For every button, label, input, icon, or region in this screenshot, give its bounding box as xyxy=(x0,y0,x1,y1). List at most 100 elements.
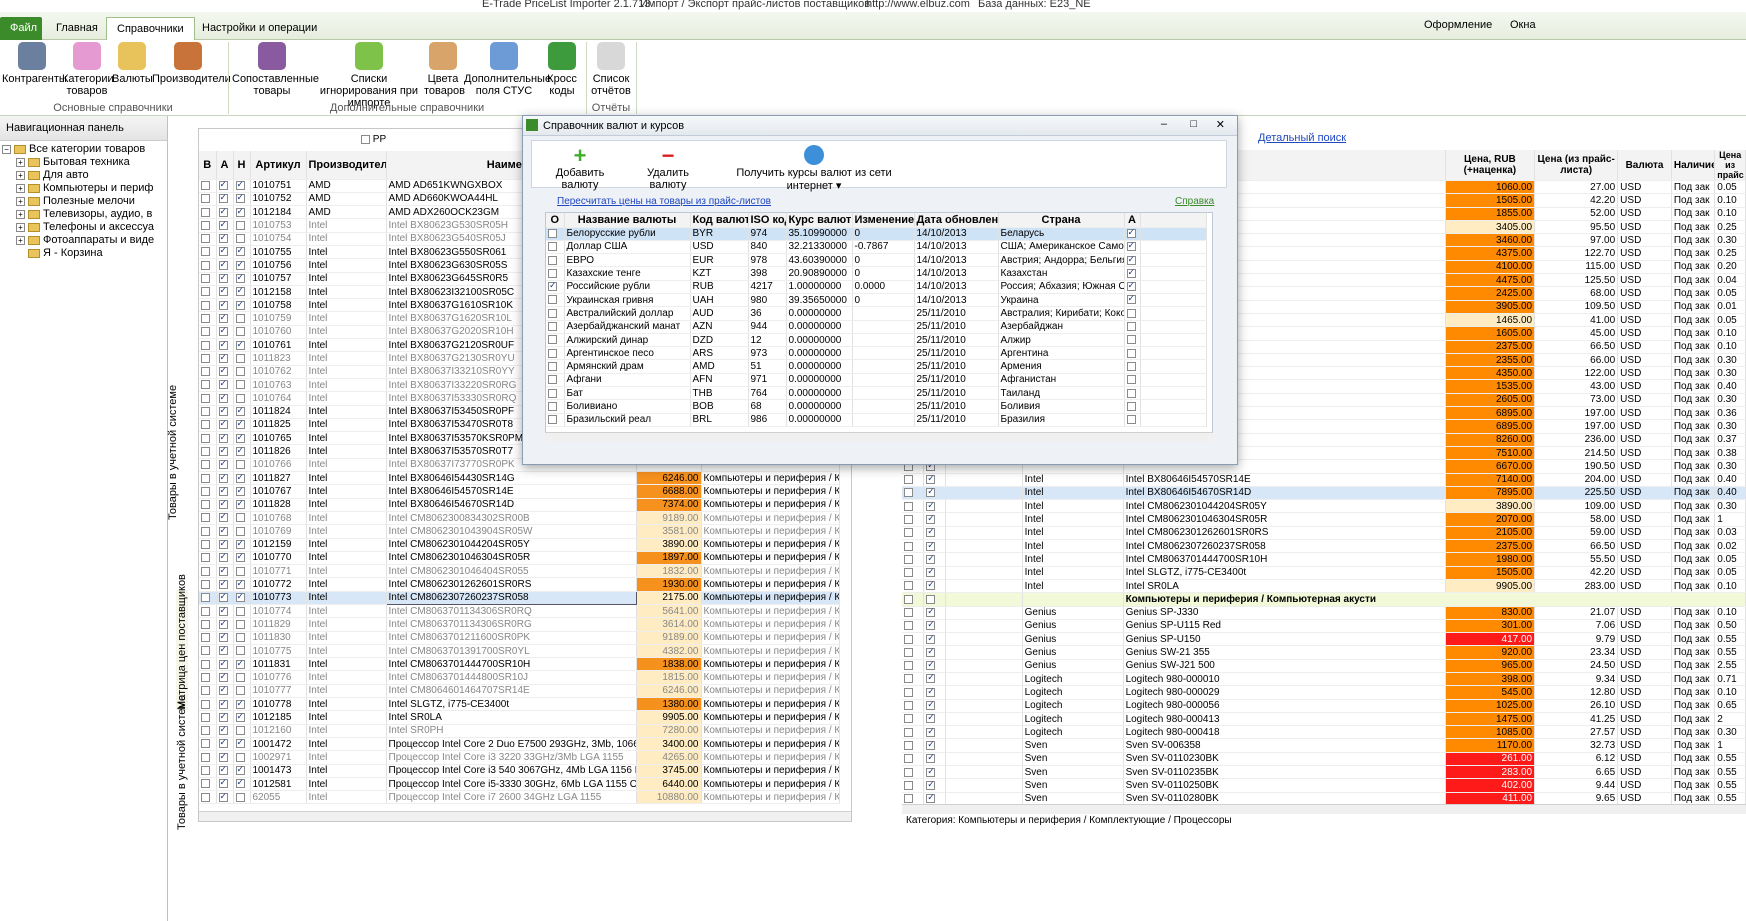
checkbox-cell[interactable] xyxy=(199,617,217,632)
checkbox[interactable] xyxy=(235,698,245,709)
checkbox-cell[interactable] xyxy=(199,511,217,526)
checkbox[interactable] xyxy=(926,513,936,524)
checkbox[interactable] xyxy=(218,206,228,217)
pp-checkbox[interactable]: PP xyxy=(361,134,386,145)
column-header[interactable]: Артикул xyxy=(250,151,307,180)
checkbox[interactable] xyxy=(904,475,913,485)
checkbox-cell[interactable] xyxy=(546,320,565,334)
table-row[interactable]: 1010767IntelIntel BX80646I54570SR14E6688… xyxy=(199,484,840,499)
checkbox[interactable] xyxy=(904,621,913,631)
checkbox-cell[interactable] xyxy=(216,179,234,193)
checkbox[interactable] xyxy=(1126,388,1136,398)
extra-fields-button[interactable]: Дополнительные поля СТУС xyxy=(464,42,551,97)
checkbox-cell[interactable] xyxy=(233,710,251,725)
checkbox-cell[interactable] xyxy=(233,245,251,260)
checkbox[interactable] xyxy=(235,245,245,257)
checkbox[interactable] xyxy=(235,220,245,230)
horizontal-scrollbar[interactable] xyxy=(902,804,1746,814)
checkbox-cell[interactable] xyxy=(233,272,251,286)
colors-button[interactable]: Цвета товаров xyxy=(424,42,465,97)
table-row[interactable]: IntelIntel SLGTZ, i775-CE3400t1505.0042.… xyxy=(902,566,1746,580)
checkbox-cell[interactable] xyxy=(233,444,251,459)
checkbox-cell[interactable] xyxy=(1124,333,1141,348)
checkbox[interactable] xyxy=(926,646,936,657)
checkbox[interactable] xyxy=(218,485,228,496)
checkbox[interactable] xyxy=(201,646,210,656)
checkbox[interactable] xyxy=(201,752,210,762)
table-row[interactable]: IntelIntel CM8062307260237SR0582375.0066… xyxy=(902,539,1746,554)
checkbox-cell[interactable] xyxy=(199,444,217,459)
checkbox-cell[interactable] xyxy=(199,471,217,486)
horizontal-scrollbar[interactable] xyxy=(545,432,1213,442)
checkbox[interactable] xyxy=(904,594,913,604)
checkbox[interactable] xyxy=(548,401,557,411)
checkbox-cell[interactable] xyxy=(199,564,217,579)
checkbox-cell[interactable] xyxy=(216,325,234,340)
detailed-search-link[interactable]: Детальный поиск xyxy=(1258,132,1346,144)
checkbox-cell[interactable] xyxy=(216,684,234,699)
table-row[interactable]: SvenSven SV-0110230BK261.006.12USDПод за… xyxy=(902,752,1746,767)
column-header[interactable]: Цена, RUB (+наценка) xyxy=(1445,150,1536,181)
checkbox[interactable] xyxy=(548,255,557,265)
checkbox-cell[interactable] xyxy=(546,280,565,294)
checkbox[interactable] xyxy=(218,538,228,550)
checkbox[interactable] xyxy=(201,553,210,563)
checkbox[interactable] xyxy=(904,674,913,684)
checkbox-cell[interactable] xyxy=(199,644,217,659)
checkbox[interactable] xyxy=(1126,401,1136,411)
table-row[interactable]: GeniusGenius SP-J330830.0021.07USDПод за… xyxy=(902,606,1746,620)
checkbox-cell[interactable] xyxy=(199,577,217,592)
checkbox[interactable] xyxy=(1126,267,1136,278)
checkbox-cell[interactable] xyxy=(923,685,946,700)
checkbox-cell[interactable] xyxy=(216,790,234,805)
checkbox-cell[interactable] xyxy=(233,405,251,419)
checkbox[interactable] xyxy=(201,340,210,350)
table-row[interactable]: LogitechLogitech 980-0004131475.0041.25U… xyxy=(902,712,1746,727)
checkbox-cell[interactable] xyxy=(233,524,251,539)
checkbox[interactable] xyxy=(235,234,245,244)
table-row[interactable]: IntelIntel CM8063701444700SR10H1980.0055… xyxy=(902,552,1746,567)
checkbox[interactable] xyxy=(201,792,210,802)
checkbox[interactable] xyxy=(235,566,245,576)
checkbox[interactable] xyxy=(235,686,245,696)
checkbox-cell[interactable] xyxy=(233,218,251,233)
checkbox[interactable] xyxy=(926,752,936,764)
checkbox[interactable] xyxy=(1126,280,1136,292)
checkbox-cell[interactable] xyxy=(902,499,925,514)
checkbox-cell[interactable] xyxy=(923,619,946,634)
checkbox[interactable] xyxy=(235,726,245,736)
tab-price-matrix[interactable]: Матрица цен поставщиков xyxy=(176,574,188,710)
checkbox[interactable] xyxy=(926,633,936,644)
checkbox[interactable] xyxy=(201,380,210,390)
checkbox-cell[interactable] xyxy=(233,604,251,619)
checkbox[interactable] xyxy=(201,686,210,696)
table-row[interactable]: 1011827IntelIntel BX80646I54430SR14G6246… xyxy=(199,471,840,486)
checkbox[interactable] xyxy=(235,711,245,722)
checkbox[interactable] xyxy=(218,325,228,337)
checkbox[interactable] xyxy=(926,672,936,684)
checkbox-cell[interactable] xyxy=(233,538,251,552)
tree-item[interactable]: + Бытовая техника xyxy=(2,156,165,169)
checkbox-cell[interactable] xyxy=(233,617,251,632)
checkbox[interactable] xyxy=(235,405,245,417)
checkbox-cell[interactable] xyxy=(923,778,946,793)
checkbox[interactable] xyxy=(548,229,557,238)
checkbox[interactable] xyxy=(218,724,228,736)
checkbox-cell[interactable] xyxy=(902,552,925,567)
checkbox[interactable] xyxy=(904,780,913,790)
tree-item[interactable]: + Для авто xyxy=(2,169,165,182)
tab-settings[interactable]: Настройки и операции xyxy=(192,17,327,40)
checkbox[interactable] xyxy=(218,578,228,589)
checkbox-cell[interactable] xyxy=(923,659,946,673)
checkbox-cell[interactable] xyxy=(923,566,946,580)
checkbox[interactable] xyxy=(201,593,210,603)
checkbox-cell[interactable] xyxy=(923,473,946,487)
checkbox-cell[interactable] xyxy=(546,253,565,268)
checkbox[interactable] xyxy=(218,737,228,749)
column-header[interactable]: Цена (из прайс-листа) xyxy=(1534,150,1619,181)
checkbox[interactable] xyxy=(201,513,210,523)
checkbox-cell[interactable] xyxy=(216,232,234,246)
checkbox-cell[interactable] xyxy=(216,218,234,233)
table-row[interactable]: 1010770IntelIntel CM8062301046304SR05R18… xyxy=(199,551,840,566)
checkbox-cell[interactable] xyxy=(199,684,217,699)
